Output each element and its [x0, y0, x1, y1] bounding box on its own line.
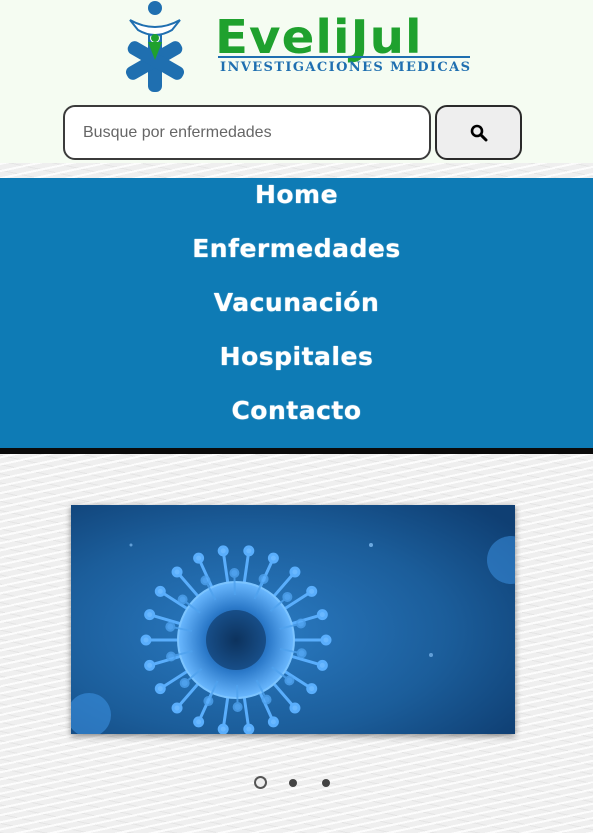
site-header: EveliJul INVESTIGACIONES MEDICAS [0, 0, 593, 163]
nav-item-home[interactable]: Home [0, 180, 593, 209]
logo[interactable]: EveliJul INVESTIGACIONES MEDICAS [110, 0, 475, 92]
carousel-dot-1[interactable] [254, 776, 267, 789]
carousel-dot-2[interactable] [289, 779, 297, 787]
main-nav: Home Enfermedades Vacunación Hospitales … [0, 178, 593, 454]
search-button[interactable] [435, 105, 522, 160]
coronavirus-image [71, 505, 515, 734]
carousel-slide[interactable] [71, 505, 515, 734]
search-input[interactable] [63, 105, 431, 160]
nav-item-vacunacion[interactable]: Vacunación [0, 288, 593, 317]
carousel-dot-3[interactable] [322, 779, 330, 787]
brand-name: EveliJul [215, 10, 423, 64]
carousel-indicators [0, 776, 593, 790]
brand-divider [218, 56, 470, 58]
brand-tagline: INVESTIGACIONES MEDICAS [220, 60, 472, 75]
nav-item-contacto[interactable]: Contacto [0, 396, 593, 425]
nav-item-hospitales[interactable]: Hospitales [0, 342, 593, 371]
search-icon [470, 124, 487, 141]
nav-item-enfermedades[interactable]: Enfermedades [0, 234, 593, 263]
medical-star-icon [125, 1, 185, 92]
